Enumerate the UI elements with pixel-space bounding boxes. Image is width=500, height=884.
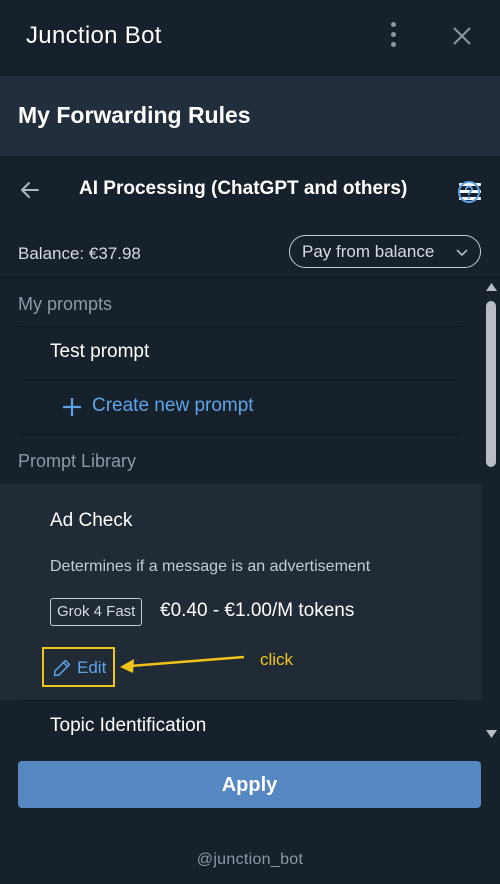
prompt-list[interactable]: My prompts Test prompt Create new prompt… — [0, 279, 500, 744]
page-header: My Forwarding Rules — [0, 76, 500, 200]
payment-method-value: Pay from balance — [302, 242, 435, 261]
library-card-ad-check: Ad Check Determines if a message is an a… — [0, 484, 482, 700]
prompt-title: Ad Check — [50, 510, 133, 531]
plus-icon — [63, 398, 81, 416]
apply-label: Apply — [221, 774, 278, 796]
library-item-topic-identification[interactable]: Topic Identification — [18, 700, 462, 744]
edit-button[interactable]: Edit — [42, 647, 115, 687]
scrollbar[interactable] — [483, 279, 500, 744]
scroll-up-icon[interactable] — [486, 283, 497, 291]
help-circle-icon[interactable] — [457, 180, 481, 204]
list-item[interactable]: Test prompt — [18, 327, 462, 381]
prompt-library-heading: Prompt Library — [18, 451, 137, 471]
title-bar: Junction Bot — [0, 0, 500, 76]
scroll-down-icon[interactable] — [486, 730, 497, 738]
page-title: My Forwarding Rules — [18, 102, 251, 128]
create-prompt-button[interactable]: Create new prompt — [18, 381, 462, 435]
pencil-icon — [53, 659, 71, 677]
section-title: AI Processing (ChatGPT and others) — [79, 178, 408, 199]
apply-button[interactable]: Apply — [18, 761, 481, 808]
bot-username: @junction_bot — [196, 851, 304, 868]
model-badge: Grok 4 Fast — [50, 598, 143, 626]
chevron-down-icon — [456, 249, 468, 257]
prompt-label: Test prompt — [50, 341, 150, 362]
scrollbar-thumb[interactable] — [486, 301, 496, 467]
prompt-description: Determines if a message is an advertisem… — [50, 558, 371, 575]
price-text: €0.40 - €1.00/M tokens — [160, 600, 355, 621]
app-title: Junction Bot — [26, 22, 162, 49]
arrow-left-icon[interactable] — [18, 178, 42, 202]
create-prompt-label: Create new prompt — [92, 395, 254, 416]
more-vertical-icon[interactable] — [386, 22, 402, 48]
edit-label: Edit — [77, 658, 107, 677]
payment-method-select[interactable]: Pay from balance — [289, 235, 481, 268]
balance-text: Balance: €37.98 — [18, 244, 141, 263]
annotation-label: click — [260, 650, 294, 669]
section-header: AI Processing (ChatGPT and others) — [0, 156, 500, 226]
my-prompts-heading: My prompts — [18, 294, 113, 314]
prompt-title: Topic Identification — [50, 715, 207, 736]
close-icon[interactable] — [450, 24, 474, 48]
annotation-arrow — [120, 655, 245, 673]
balance-row: Balance: €37.98 Pay from balance — [0, 226, 500, 278]
